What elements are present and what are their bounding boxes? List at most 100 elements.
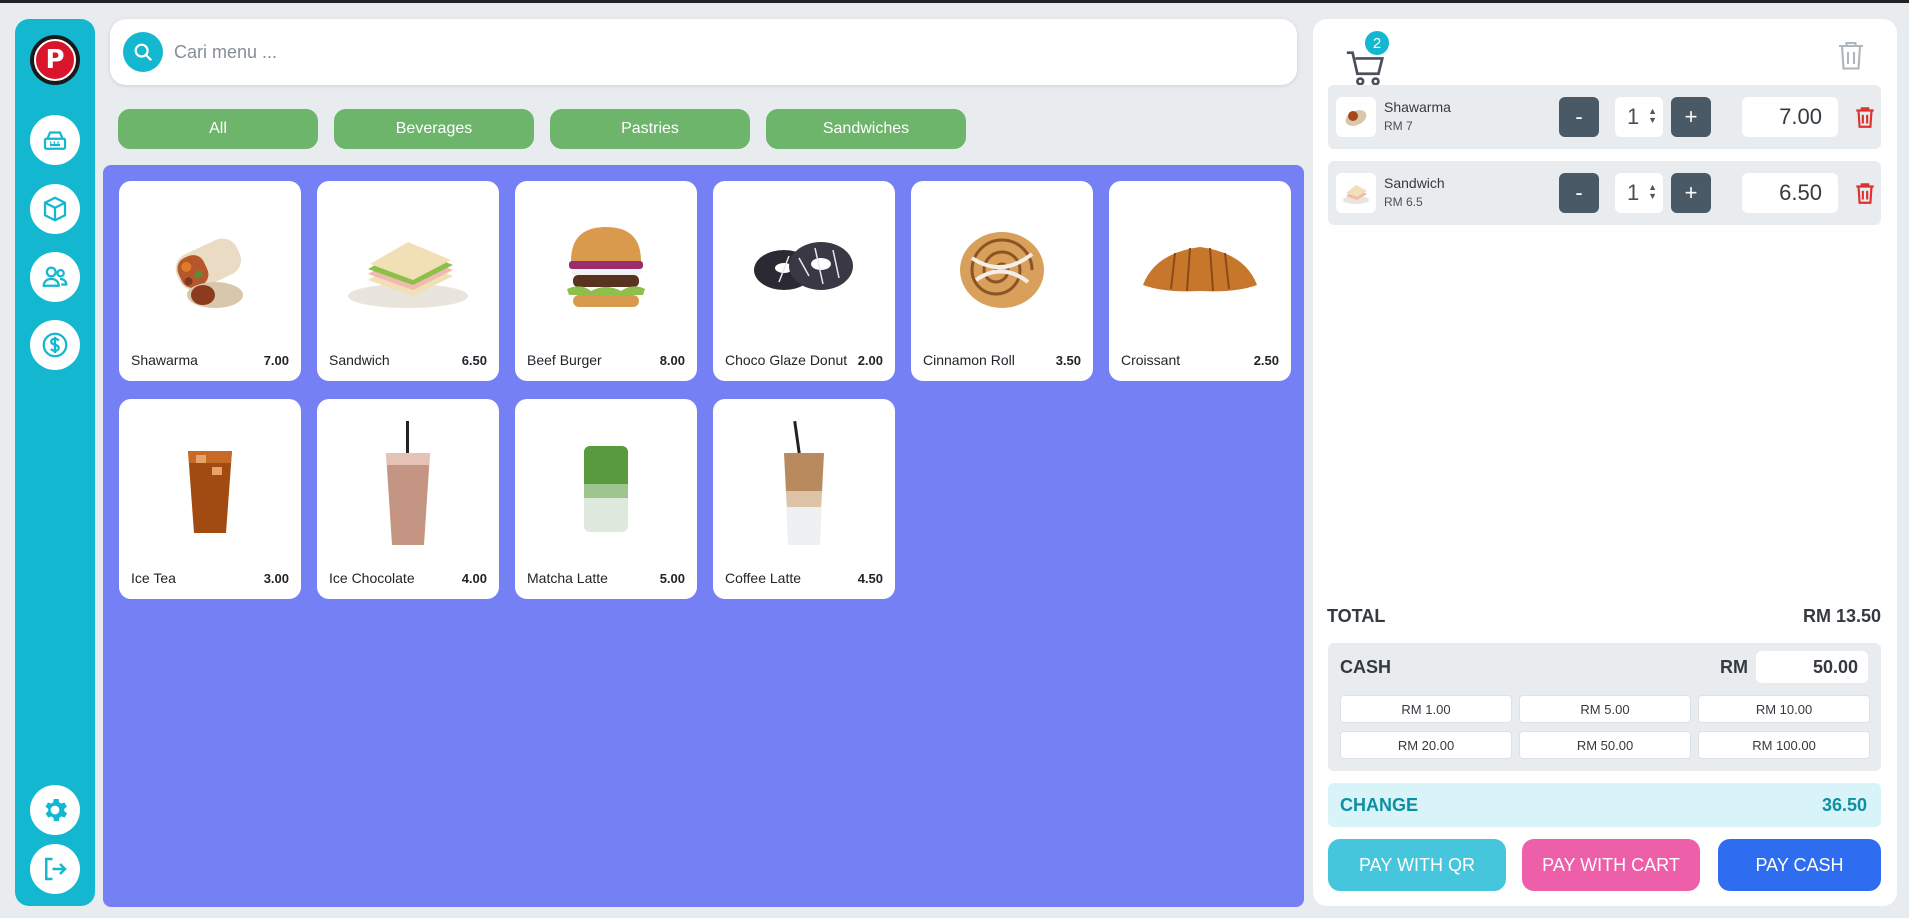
qty-stepper[interactable]: 1 ▲ ▼ bbox=[1615, 97, 1663, 137]
menu-item-name: Cinnamon Roll bbox=[923, 352, 1015, 368]
donut-image bbox=[713, 193, 895, 343]
pay-cash-button[interactable]: PAY CASH bbox=[1718, 839, 1881, 891]
qty-value: 1 bbox=[1627, 180, 1640, 205]
menu-item-name: Matcha Latte bbox=[527, 570, 608, 586]
pay-with-qr-button[interactable]: PAY WITH QR bbox=[1328, 839, 1506, 891]
category-pastries-button[interactable]: Pastries bbox=[550, 109, 750, 149]
box-icon[interactable] bbox=[30, 184, 80, 234]
decrease-qty-button[interactable]: - bbox=[1559, 97, 1599, 137]
menu-item-name: Coffee Latte bbox=[725, 570, 802, 586]
menu-item-card[interactable]: Ice Tea 3.00 bbox=[119, 399, 301, 599]
cash-amount-input[interactable]: 50.00 bbox=[1756, 651, 1868, 683]
menu-grid: Shawarma 7.00 Sandwich 6.50 Beef Burger … bbox=[103, 165, 1304, 907]
quick-cash-button[interactable]: RM 20.00 bbox=[1340, 731, 1512, 759]
category-all-button[interactable]: All bbox=[118, 109, 318, 149]
quick-cash-button[interactable]: RM 1.00 bbox=[1340, 695, 1512, 723]
coffee-latte-image bbox=[713, 411, 895, 561]
clear-cart-icon[interactable] bbox=[1833, 37, 1869, 73]
app-logo: P bbox=[30, 35, 80, 85]
category-sandwiches-button[interactable]: Sandwiches bbox=[766, 109, 966, 149]
ice-chocolate-image bbox=[317, 411, 499, 561]
users-icon[interactable] bbox=[30, 252, 80, 302]
menu-item-card[interactable]: Matcha Latte 5.00 bbox=[515, 399, 697, 599]
pay-with-card-button[interactable]: PAY WITH CART bbox=[1522, 839, 1700, 891]
menu-item-price: 6.50 bbox=[461, 353, 487, 368]
order-panel: 2 Shawarma RM 7 - 1 ▲ ▼ + 7.00 Sandwich RM… bbox=[1313, 19, 1897, 906]
quick-cash-button[interactable]: RM 10.00 bbox=[1698, 695, 1870, 723]
change-label: CHANGE bbox=[1340, 795, 1419, 815]
decrease-qty-button[interactable]: - bbox=[1559, 173, 1599, 213]
menu-item-name: Croissant bbox=[1121, 352, 1181, 368]
delete-item-icon[interactable] bbox=[1852, 179, 1878, 207]
logout-icon[interactable] bbox=[30, 844, 80, 894]
sandwich-image bbox=[317, 193, 499, 343]
menu-item-card[interactable]: Croissant 2.50 bbox=[1109, 181, 1291, 381]
delete-item-icon[interactable] bbox=[1852, 103, 1878, 131]
cart-item-name: Sandwich bbox=[1384, 175, 1445, 191]
menu-item-card[interactable]: Ice Chocolate 4.00 bbox=[317, 399, 499, 599]
search-bar bbox=[110, 19, 1297, 85]
quick-cash-button[interactable]: RM 100.00 bbox=[1698, 731, 1870, 759]
menu-item-price: 4.00 bbox=[461, 571, 487, 586]
cash-currency: RM bbox=[1720, 657, 1748, 677]
shawarma-image bbox=[119, 193, 301, 343]
search-input[interactable] bbox=[174, 33, 1274, 71]
change-value: 36.50 bbox=[1821, 795, 1867, 815]
sandwich-thumbnail bbox=[1336, 173, 1376, 213]
menu-item-price: 3.50 bbox=[1055, 353, 1081, 368]
menu-item-card[interactable]: Choco Glaze Donut 2.00 bbox=[713, 181, 895, 381]
quick-cash-button[interactable]: RM 50.00 bbox=[1519, 731, 1691, 759]
cart-item-row: Sandwich RM 6.5 - 1 ▲ ▼ + 6.50 bbox=[1328, 161, 1881, 225]
increase-qty-button[interactable]: + bbox=[1671, 173, 1711, 213]
menu-item-card[interactable]: Coffee Latte 4.50 bbox=[713, 399, 895, 599]
cart-count-badge: 2 bbox=[1363, 29, 1391, 57]
change-section: CHANGE 36.50 bbox=[1328, 783, 1881, 827]
cart-item-unit-price: RM 7 bbox=[1384, 119, 1413, 133]
menu-item-card[interactable]: Sandwich 6.50 bbox=[317, 181, 499, 381]
menu-item-name: Beef Burger bbox=[527, 352, 602, 368]
cart-item-unit-price: RM 6.5 bbox=[1384, 195, 1423, 209]
total-value: RM 13.50 bbox=[1802, 606, 1881, 626]
cart-item-name: Shawarma bbox=[1384, 99, 1451, 115]
dollar-icon[interactable] bbox=[30, 320, 80, 370]
menu-item-price: 5.00 bbox=[659, 571, 685, 586]
menu-item-price: 4.50 bbox=[857, 571, 883, 586]
quick-cash-button[interactable]: RM 5.00 bbox=[1519, 695, 1691, 723]
gear-icon[interactable] bbox=[30, 785, 80, 835]
menu-item-card[interactable]: Cinnamon Roll 3.50 bbox=[911, 181, 1093, 381]
category-filter: All Beverages Pastries Sandwiches bbox=[118, 109, 966, 149]
menu-item-price: 2.50 bbox=[1253, 353, 1279, 368]
line-total: 6.50 bbox=[1742, 173, 1838, 213]
menu-item-card[interactable]: Shawarma 7.00 bbox=[119, 181, 301, 381]
burger-image bbox=[515, 193, 697, 343]
menu-item-name: Sandwich bbox=[329, 352, 390, 368]
menu-item-name: Shawarma bbox=[131, 352, 198, 368]
qty-value: 1 bbox=[1627, 104, 1640, 129]
cart-item-row: Shawarma RM 7 - 1 ▲ ▼ + 7.00 bbox=[1328, 85, 1881, 149]
cinnamon-roll-image bbox=[911, 193, 1093, 343]
category-beverages-button[interactable]: Beverages bbox=[334, 109, 534, 149]
sidebar: P bbox=[15, 19, 95, 906]
ice-tea-image bbox=[119, 411, 301, 561]
total-label: TOTAL bbox=[1327, 606, 1386, 626]
shawarma-thumbnail bbox=[1336, 97, 1376, 137]
spin-arrows-icon[interactable]: ▲ ▼ bbox=[1648, 183, 1657, 201]
menu-item-price: 3.00 bbox=[263, 571, 289, 586]
menu-item-name: Ice Chocolate bbox=[329, 570, 415, 586]
menu-item-price: 8.00 bbox=[659, 353, 685, 368]
matcha-latte-image bbox=[515, 411, 697, 561]
croissant-image bbox=[1109, 193, 1291, 343]
menu-item-name: Ice Tea bbox=[131, 570, 176, 586]
cash-label: CASH bbox=[1340, 657, 1392, 677]
menu-item-name: Choco Glaze Donut bbox=[725, 352, 848, 368]
menu-item-price: 2.00 bbox=[857, 353, 883, 368]
cash-register-icon[interactable] bbox=[30, 115, 80, 165]
qty-stepper[interactable]: 1 ▲ ▼ bbox=[1615, 173, 1663, 213]
spin-arrows-icon[interactable]: ▲ ▼ bbox=[1648, 107, 1657, 125]
search-icon[interactable] bbox=[123, 32, 163, 72]
menu-item-price: 7.00 bbox=[263, 353, 289, 368]
line-total: 7.00 bbox=[1742, 97, 1838, 137]
menu-item-card[interactable]: Beef Burger 8.00 bbox=[515, 181, 697, 381]
cash-section: CASH RM 50.00 RM 1.00 RM 5.00 RM 10.00 R… bbox=[1328, 643, 1881, 771]
increase-qty-button[interactable]: + bbox=[1671, 97, 1711, 137]
